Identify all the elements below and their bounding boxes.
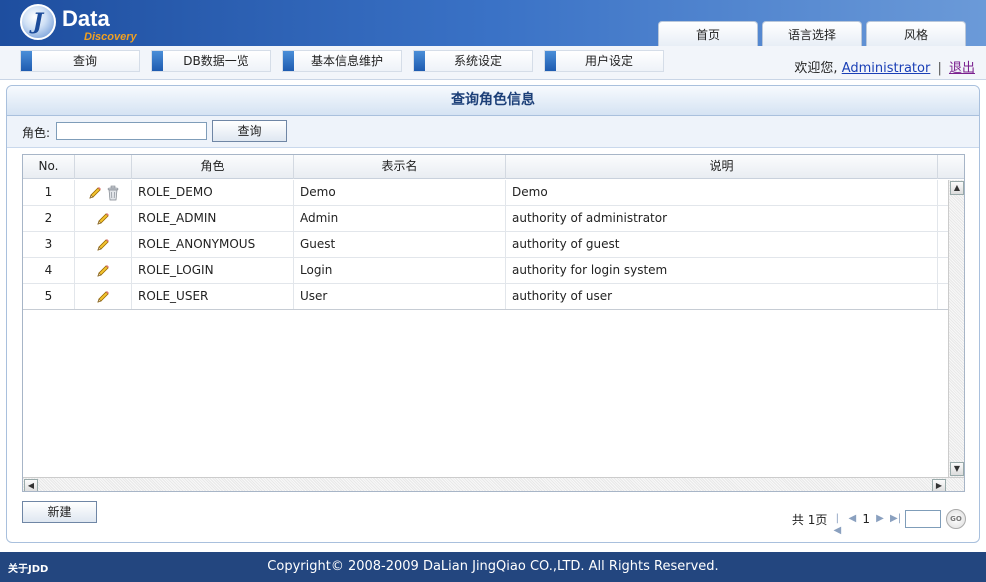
scroll-left-icon[interactable]: ◀ — [24, 479, 38, 491]
copyright: Copyright© 2008-2009 DaLian JingQiao CO.… — [267, 559, 719, 574]
search-button[interactable]: 查询 — [212, 120, 287, 142]
menu-db-list-label: DB数据一览 — [183, 54, 249, 68]
tab-language[interactable]: 语言选择 — [762, 21, 862, 46]
cell-no: 2 — [23, 206, 75, 231]
grid-rows: 1 ROLE_DEMO Demo Demo 2 ROLE_ADMIN Admin… — [23, 180, 948, 310]
menu-user-settings[interactable]: 用户设定 — [544, 50, 664, 72]
edit-icon[interactable] — [95, 211, 111, 227]
cell-actions — [75, 206, 132, 231]
scroll-down-icon[interactable]: ▼ — [950, 462, 964, 476]
tab-home[interactable]: 首页 — [658, 21, 758, 46]
go-button[interactable]: GO — [946, 509, 966, 529]
search-row: 角色: 查询 — [7, 116, 979, 148]
horizontal-scrollbar[interactable]: ◀ ▶ — [23, 477, 964, 491]
tab-style[interactable]: 风格 — [866, 21, 966, 46]
cell-actions — [75, 284, 132, 309]
menu-marker — [21, 51, 32, 71]
table-row[interactable]: 4 ROLE_LOGIN Login authority for login s… — [23, 258, 948, 284]
cell-role: ROLE_DEMO — [132, 180, 294, 205]
cell-no: 3 — [23, 232, 75, 257]
edit-icon[interactable] — [95, 237, 111, 253]
table-row[interactable]: 1 ROLE_DEMO Demo Demo — [23, 180, 948, 206]
cell-display-name: Login — [294, 258, 506, 283]
welcome-separator: | — [937, 61, 942, 76]
col-header-display-name[interactable]: 表示名 — [294, 155, 506, 179]
cell-description: authority of user — [506, 284, 938, 309]
cell-actions — [75, 180, 132, 205]
welcome-area: 欢迎您, Administrator | 退出 — [794, 57, 975, 76]
logout-link[interactable]: 退出 — [949, 61, 975, 76]
menu-db-list[interactable]: DB数据一览 — [151, 50, 271, 72]
logo-title: Data — [62, 6, 110, 31]
main-menu-bar: 查询 DB数据一览 基本信息维护 系统设定 用户设定 欢迎您, Administ… — [0, 46, 986, 80]
cell-role: ROLE_USER — [132, 284, 294, 309]
delete-icon[interactable] — [106, 185, 120, 201]
col-header-filler — [938, 155, 964, 179]
cell-description: authority for login system — [506, 258, 938, 283]
menu-marker — [152, 51, 163, 71]
cell-role: ROLE_LOGIN — [132, 258, 294, 283]
edit-icon[interactable] — [87, 185, 103, 201]
welcome-text: 欢迎您, — [794, 61, 838, 76]
prev-page-icon[interactable]: ◀ — [847, 513, 857, 525]
logo-badge: J — [20, 4, 56, 40]
menu-query[interactable]: 查询 — [20, 50, 140, 72]
cell-actions — [75, 232, 132, 257]
cell-description: Demo — [506, 180, 938, 205]
grid-header: No. 角色 表示名 说明 — [23, 155, 964, 179]
page-number-input[interactable] — [905, 510, 941, 528]
cell-description: authority of guest — [506, 232, 938, 257]
menu-system-settings[interactable]: 系统设定 — [413, 50, 533, 72]
footer: 关于JDD Copyright© 2008-2009 DaLian JingQi… — [0, 552, 986, 582]
menu-basic-info[interactable]: 基本信息维护 — [282, 50, 402, 72]
panel-title: 查询角色信息 — [7, 86, 979, 116]
page-total: 共 1页 — [791, 512, 828, 527]
col-header-no[interactable]: No. — [23, 155, 75, 179]
top-tabs: 首页 语言选择 风格 — [658, 21, 966, 46]
pagination: 共 1页 |◀ ◀ 1 ▶ ▶| GO — [791, 509, 966, 536]
menu-user-settings-label: 用户设定 — [584, 54, 633, 68]
col-header-description[interactable]: 说明 — [506, 155, 938, 179]
cell-display-name: Guest — [294, 232, 506, 257]
table-row[interactable]: 5 ROLE_USER User authority of user — [23, 284, 948, 310]
role-grid: No. 角色 表示名 说明 1 ROLE_DEMO Demo Demo 2 RO… — [22, 154, 965, 492]
cell-role: ROLE_ADMIN — [132, 206, 294, 231]
menu-query-label: 查询 — [72, 54, 97, 68]
table-row[interactable]: 3 ROLE_ANONYMOUS Guest authority of gues… — [23, 232, 948, 258]
cell-no: 5 — [23, 284, 75, 309]
scroll-right-icon[interactable]: ▶ — [932, 479, 946, 491]
cell-actions — [75, 258, 132, 283]
table-row[interactable]: 2 ROLE_ADMIN Admin authority of administ… — [23, 206, 948, 232]
user-link[interactable]: Administrator — [842, 61, 931, 76]
first-page-icon[interactable]: |◀ — [832, 513, 842, 536]
cell-description: authority of administrator — [506, 206, 938, 231]
logo: J Data Discovery — [20, 2, 150, 46]
cell-display-name: User — [294, 284, 506, 309]
col-header-actions — [75, 155, 132, 179]
next-page-icon[interactable]: ▶ — [875, 513, 885, 525]
cell-display-name: Demo — [294, 180, 506, 205]
logo-subtitle: Discovery — [84, 31, 137, 43]
main-menu: 查询 DB数据一览 基本信息维护 系统设定 用户设定 — [20, 50, 664, 72]
menu-system-settings-label: 系统设定 — [453, 54, 502, 68]
new-button[interactable]: 新建 — [22, 501, 97, 523]
role-query-panel: 查询角色信息 角色: 查询 No. 角色 表示名 说明 1 ROLE_DEMO … — [6, 85, 980, 543]
role-search-label: 角色: — [22, 126, 51, 140]
menu-marker — [283, 51, 294, 71]
cell-no: 4 — [23, 258, 75, 283]
scroll-up-icon[interactable]: ▲ — [950, 181, 964, 195]
edit-icon[interactable] — [95, 289, 111, 305]
cell-role: ROLE_ANONYMOUS — [132, 232, 294, 257]
vertical-scrollbar[interactable]: ▲ ▼ — [948, 180, 964, 477]
current-page: 1 — [862, 512, 870, 526]
menu-basic-info-label: 基本信息维护 — [310, 54, 383, 68]
menu-marker — [414, 51, 425, 71]
edit-icon[interactable] — [95, 263, 111, 279]
role-search-input[interactable] — [56, 122, 207, 140]
last-page-icon[interactable]: ▶| — [890, 513, 901, 525]
cell-display-name: Admin — [294, 206, 506, 231]
col-header-role[interactable]: 角色 — [132, 155, 294, 179]
menu-marker — [545, 51, 556, 71]
cell-no: 1 — [23, 180, 75, 205]
